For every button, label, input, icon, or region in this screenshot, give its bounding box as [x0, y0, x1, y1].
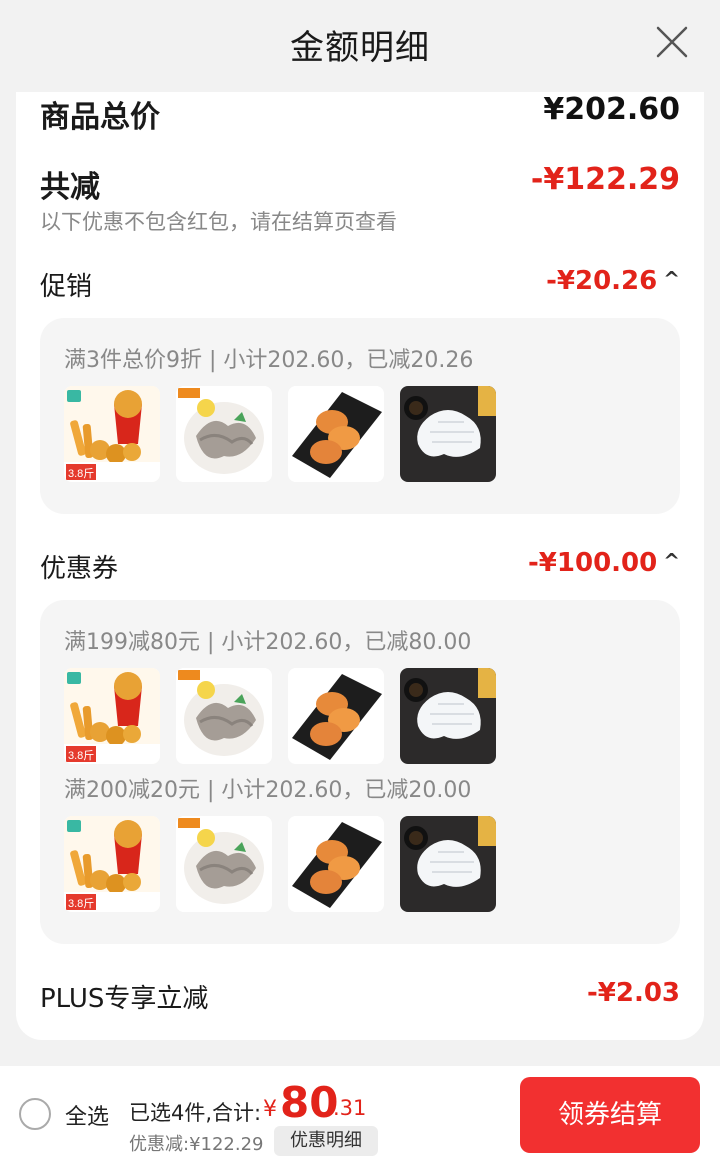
chevron-up-icon[interactable]: ^ — [663, 267, 680, 291]
total-currency: ¥ — [263, 1097, 277, 1122]
product-thumb-octopus[interactable] — [176, 386, 272, 482]
discount-summary: 优惠减:¥122.29 — [129, 1134, 264, 1155]
select-all-radio[interactable] — [19, 1098, 51, 1130]
selected-count: 已选4件,合计: — [129, 1101, 262, 1125]
product-thumb-squid[interactable] — [400, 668, 496, 764]
promotion-label: 促销 — [40, 272, 93, 302]
modal-header: 金额明细 — [0, 0, 720, 92]
chevron-up-icon[interactable]: ^ — [663, 549, 680, 573]
promotion-panel: 满3件总价9折 | 小计202.60，已减20.26 3.8斤 — [40, 318, 680, 514]
promotion-value: -¥20.26 — [546, 266, 658, 296]
plus-row: PLUS专享立减 -¥2.03 — [40, 978, 680, 1014]
total-price-row: 商品总价 ¥202.60 — [40, 92, 680, 135]
product-thumb-fried-chicken[interactable]: 3.8斤 — [64, 386, 160, 482]
coupon-value: -¥100.00 — [528, 548, 658, 578]
discount-detail-button[interactable]: 优惠明细 — [274, 1126, 378, 1156]
product-thumb-chicken-wings[interactable] — [288, 386, 384, 482]
plus-value: -¥2.03 — [586, 978, 680, 1008]
select-all-label[interactable]: 全选 — [65, 1099, 109, 1131]
coupon-rule-2: 满200减20元 | 小计202.60，已减20.00 — [64, 778, 472, 803]
product-tag: 3.8斤 — [68, 897, 94, 910]
promotion-row[interactable]: 促销 -¥20.26 ^ — [40, 266, 680, 302]
coupon-panel: 满199减80元 | 小计202.60，已减80.00 3.8斤 满200减20… — [40, 600, 680, 944]
product-thumb-squid[interactable] — [400, 386, 496, 482]
total-price-label: 商品总价 — [40, 100, 160, 135]
total-reduce-value: -¥122.29 — [530, 162, 680, 197]
checkout-button[interactable]: 领券结算 — [520, 1077, 700, 1153]
coupon-row[interactable]: 优惠券 -¥100.00 ^ — [40, 548, 680, 584]
product-tag: 3.8斤 — [68, 467, 94, 480]
total-reduce-label: 共减 — [40, 170, 100, 205]
product-thumb-chicken-wings[interactable] — [288, 816, 384, 912]
coupon-label: 优惠券 — [40, 554, 119, 584]
product-thumb-fried-chicken[interactable]: 3.8斤 — [64, 668, 160, 764]
total-decimal: .31 — [333, 1096, 367, 1120]
close-icon[interactable] — [654, 24, 690, 60]
product-tag: 3.8斤 — [68, 749, 94, 762]
product-thumb-squid[interactable] — [400, 816, 496, 912]
promotion-rule: 满3件总价9折 | 小计202.60，已减20.26 — [64, 348, 474, 373]
total-reduce-row: 共减 -¥122.29 — [40, 162, 680, 205]
coupon-rule-1: 满199减80元 | 小计202.60，已减80.00 — [64, 630, 472, 655]
product-thumb-octopus[interactable] — [176, 816, 272, 912]
total-integer: 80 — [280, 1078, 339, 1127]
coupon-thumbs-2: 3.8斤 — [64, 816, 496, 912]
product-thumb-chicken-wings[interactable] — [288, 668, 384, 764]
total-price-value: ¥202.60 — [543, 92, 680, 127]
product-thumb-octopus[interactable] — [176, 668, 272, 764]
product-thumb-fried-chicken[interactable]: 3.8斤 — [64, 816, 160, 912]
promotion-thumbs: 3.8斤 — [64, 386, 496, 482]
plus-label: PLUS专享立减 — [40, 984, 209, 1014]
coupon-thumbs-1: 3.8斤 — [64, 668, 496, 764]
modal-title: 金额明细 — [290, 28, 430, 68]
promotion-value-wrap: -¥20.26 ^ — [546, 266, 680, 296]
discount-hint: 以下优惠不包含红包，请在结算页查看 — [40, 210, 397, 234]
coupon-value-wrap: -¥100.00 ^ — [528, 548, 680, 578]
detail-card: 商品总价 ¥202.60 共减 -¥122.29 以下优惠不包含红包，请在结算页… — [16, 92, 704, 1040]
